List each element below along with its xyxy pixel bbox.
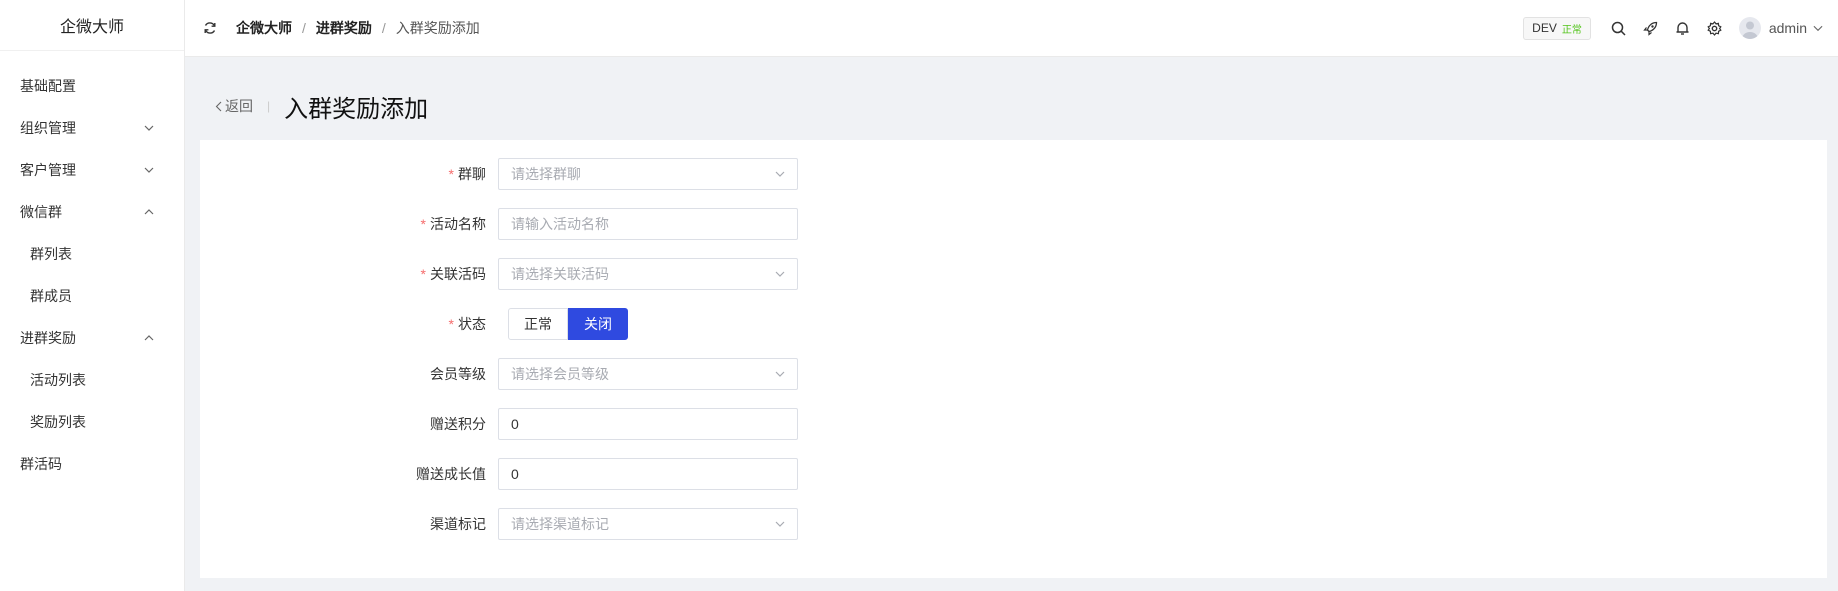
growth-label: 赠送成长值 (416, 466, 486, 482)
sidebar-menu: 基础配置 组织管理 客户管理 微信群 群列表 群成员 进群奖励 活动列表 奖励列… (0, 51, 184, 485)
breadcrumb-separator: / (302, 20, 306, 36)
sidebar-item-label: 群成员 (30, 288, 72, 304)
sidebar-item-join-reward[interactable]: 进群奖励 (0, 317, 184, 359)
sidebar-item-label: 群活码 (20, 456, 62, 472)
user-menu[interactable]: admin (1738, 17, 1823, 39)
form-row-member-level: 会员等级 请选择会员等级 (200, 358, 798, 390)
group-select[interactable]: 请选择群聊 (498, 158, 798, 190)
page-title: 入群奖励添加 (284, 95, 429, 123)
chevron-up-icon (144, 333, 154, 343)
breadcrumb-current: 入群奖励添加 (395, 20, 480, 36)
activity-name-placeholder: 请输入活动名称 (511, 216, 609, 232)
back-label: 返回 (225, 98, 253, 114)
channel-select[interactable]: 请选择渠道标记 (498, 508, 798, 540)
breadcrumb: 企微大师 / 进群奖励 / 入群奖励添加 (236, 18, 480, 38)
live-code-placeholder: 请选择关联活码 (511, 266, 609, 282)
form-row-points: 赠送积分 0 (200, 408, 798, 440)
activity-name-input[interactable]: 请输入活动名称 (498, 208, 798, 240)
points-value: 0 (511, 416, 519, 432)
sidebar-item-label: 微信群 (20, 204, 62, 220)
sidebar-item-activity-list[interactable]: 活动列表 (0, 359, 184, 401)
status-label: * 状态 (200, 314, 498, 334)
member-level-select[interactable]: 请选择会员等级 (498, 358, 798, 390)
page-header-divider: | (267, 99, 271, 113)
chevron-down-icon (144, 165, 154, 175)
avatar (1738, 17, 1761, 39)
breadcrumb-separator: / (381, 20, 386, 36)
page-header: 返回 | 入群奖励添加 (215, 86, 428, 126)
group-select-placeholder: 请选择群聊 (511, 166, 581, 182)
sidebar-item-label: 进群奖励 (20, 330, 76, 346)
chevron-down-icon (1813, 23, 1823, 33)
live-code-label-text: 关联活码 (430, 266, 486, 282)
form-row-channel: 渠道标记 请选择渠道标记 (200, 508, 798, 540)
sidebar-item-basic-config[interactable]: 基础配置 (0, 65, 184, 107)
points-label: 赠送积分 (430, 416, 486, 432)
status-radio-group: 正常 关闭 (508, 308, 628, 340)
refresh-icon[interactable] (202, 20, 218, 36)
sidebar-item-label: 奖励列表 (30, 414, 86, 430)
env-name: DEV (1532, 21, 1557, 35)
chevron-down-icon (775, 519, 785, 529)
env-badge: DEV 正常 (1523, 16, 1591, 40)
sidebar-item-group-members[interactable]: 群成员 (0, 275, 184, 317)
status-option-normal[interactable]: 正常 (508, 308, 568, 340)
form-card: * 群聊 请选择群聊 * 活动名称 请输入活动名称 * 关联活码 请选择关联活码 * 状… (200, 140, 1827, 578)
group-label: * 群聊 (200, 164, 498, 184)
member-level-placeholder: 请选择会员等级 (511, 366, 609, 382)
sidebar-item-group-list[interactable]: 群列表 (0, 233, 184, 275)
chevron-down-icon (775, 369, 785, 379)
status-label-text: 状态 (458, 316, 486, 332)
chevron-up-icon (144, 207, 154, 217)
form-row-group: * 群聊 请选择群聊 (200, 158, 798, 190)
growth-value: 0 (511, 466, 519, 482)
growth-input[interactable]: 0 (498, 458, 798, 490)
sidebar-item-customers[interactable]: 客户管理 (0, 149, 184, 191)
required-mark: * (420, 216, 426, 232)
header-actions: DEV 正常 admin (1523, 16, 1823, 40)
required-mark: * (448, 316, 454, 332)
form-row-growth: 赠送成长值 0 (200, 458, 798, 490)
rocket-icon[interactable] (1643, 20, 1659, 36)
sidebar-item-group-live-code[interactable]: 群活码 (0, 443, 184, 485)
sidebar: 企微大师 基础配置 组织管理 客户管理 微信群 群列表 群成员 进群奖励 活动列… (0, 0, 185, 591)
live-code-select[interactable]: 请选择关联活码 (498, 258, 798, 290)
env-status: 正常 (1561, 24, 1582, 36)
form-row-activity-name: * 活动名称 请输入活动名称 (200, 208, 798, 240)
chevron-left-icon (215, 101, 222, 112)
breadcrumb-join-reward[interactable]: 进群奖励 (316, 18, 372, 38)
sidebar-item-wechat-group[interactable]: 微信群 (0, 191, 184, 233)
chevron-down-icon (144, 123, 154, 133)
sidebar-item-label: 基础配置 (20, 78, 76, 94)
app-logo-title: 企微大师 (0, 0, 184, 51)
member-level-label: 会员等级 (430, 366, 486, 382)
required-mark: * (420, 266, 426, 282)
top-header: 企微大师 / 进群奖励 / 入群奖励添加 DEV 正常 admin (185, 0, 1838, 57)
sidebar-item-label: 群列表 (30, 246, 72, 262)
sidebar-item-org[interactable]: 组织管理 (0, 107, 184, 149)
activity-name-label: * 活动名称 (200, 214, 498, 234)
chevron-down-icon (775, 269, 785, 279)
channel-placeholder: 请选择渠道标记 (511, 516, 609, 532)
channel-label: 渠道标记 (430, 516, 486, 532)
sidebar-item-label: 活动列表 (30, 372, 86, 388)
live-code-label: * 关联活码 (200, 264, 498, 284)
activity-name-label-text: 活动名称 (430, 216, 486, 232)
group-label-text: 群聊 (458, 166, 486, 182)
form-row-live-code: * 关联活码 请选择关联活码 (200, 258, 798, 290)
gear-icon[interactable] (1707, 20, 1723, 36)
username: admin (1768, 20, 1807, 36)
chevron-down-icon (775, 169, 785, 179)
points-input[interactable]: 0 (498, 408, 798, 440)
status-option-closed[interactable]: 关闭 (568, 308, 628, 340)
required-mark: * (448, 166, 454, 182)
sidebar-item-label: 客户管理 (20, 162, 76, 178)
bell-icon[interactable] (1675, 20, 1691, 36)
sidebar-item-reward-list[interactable]: 奖励列表 (0, 401, 184, 443)
form-row-status: * 状态 正常 关闭 (200, 308, 628, 340)
breadcrumb-home[interactable]: 企微大师 (236, 18, 292, 38)
search-icon[interactable] (1611, 20, 1627, 36)
sidebar-item-label: 组织管理 (20, 120, 76, 136)
back-button[interactable]: 返回 (215, 96, 253, 116)
